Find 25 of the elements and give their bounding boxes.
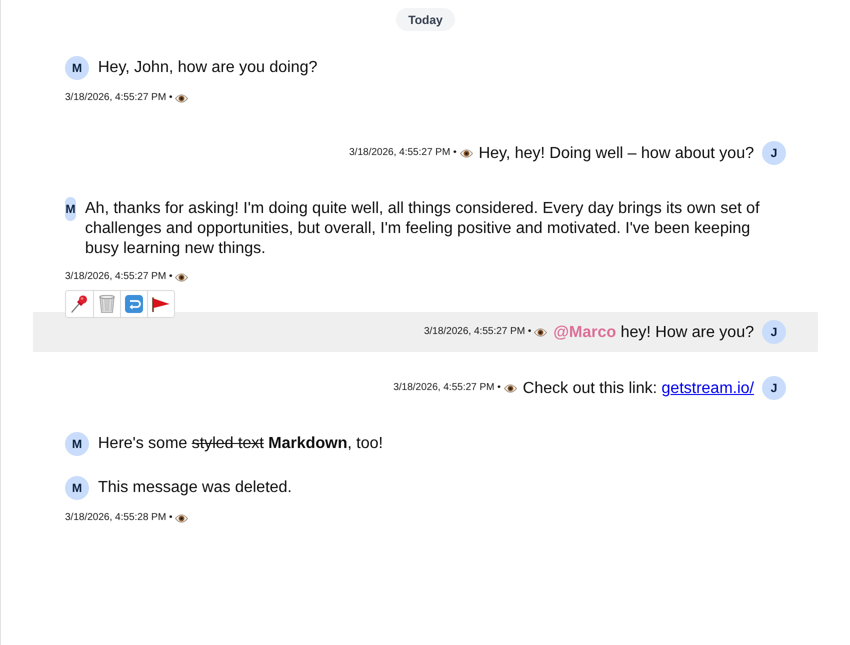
user-avatar: M: [65, 476, 89, 500]
timestamp: 3/18/2026, 4:55:28 PM •: [65, 511, 172, 525]
user-avatar: M: [65, 197, 76, 221]
timestamp: 3/18/2026, 4:55:27 PM •: [65, 270, 172, 284]
message-text: Check out this link: getstream.io/: [522, 379, 754, 399]
message-text: This message was deleted.: [98, 478, 292, 498]
user-avatar: J: [762, 320, 786, 344]
flag-icon: [152, 296, 170, 312]
date-separator: Today: [396, 8, 455, 31]
user-avatar: J: [762, 141, 786, 165]
pushpin-icon: [71, 295, 88, 313]
timestamp: 3/18/2026, 4:55:27 PM •: [424, 325, 532, 339]
message-text: Here's some styled text Markdown, too!: [98, 434, 383, 454]
user-avatar: J: [762, 376, 786, 400]
user-avatar: M: [65, 432, 89, 456]
timestamp: 3/18/2026, 4:55:27 PM •: [349, 146, 457, 160]
user-avatar: M: [65, 56, 89, 80]
link[interactable]: getstream.io/: [662, 380, 754, 397]
message-text: Ah, thanks for asking! I'm doing quite well, all things considered. Every day brings its own set of challenges and opportunities, but overall, I'm feeling positive and motivated. I've been keeping busy learning new things.: [85, 199, 761, 259]
message-text: Hey, John, how are you doing?: [98, 58, 318, 78]
timestamp: 3/18/2026, 4:55:27 PM •: [393, 381, 501, 395]
timestamp: 3/18/2026, 4:55:27 PM •: [65, 91, 172, 105]
message-text: @Marco hey! How are you?: [553, 323, 754, 343]
wastebasket-icon: [99, 295, 115, 313]
message-text: Hey, hey! Doing well – how about you?: [478, 144, 754, 164]
